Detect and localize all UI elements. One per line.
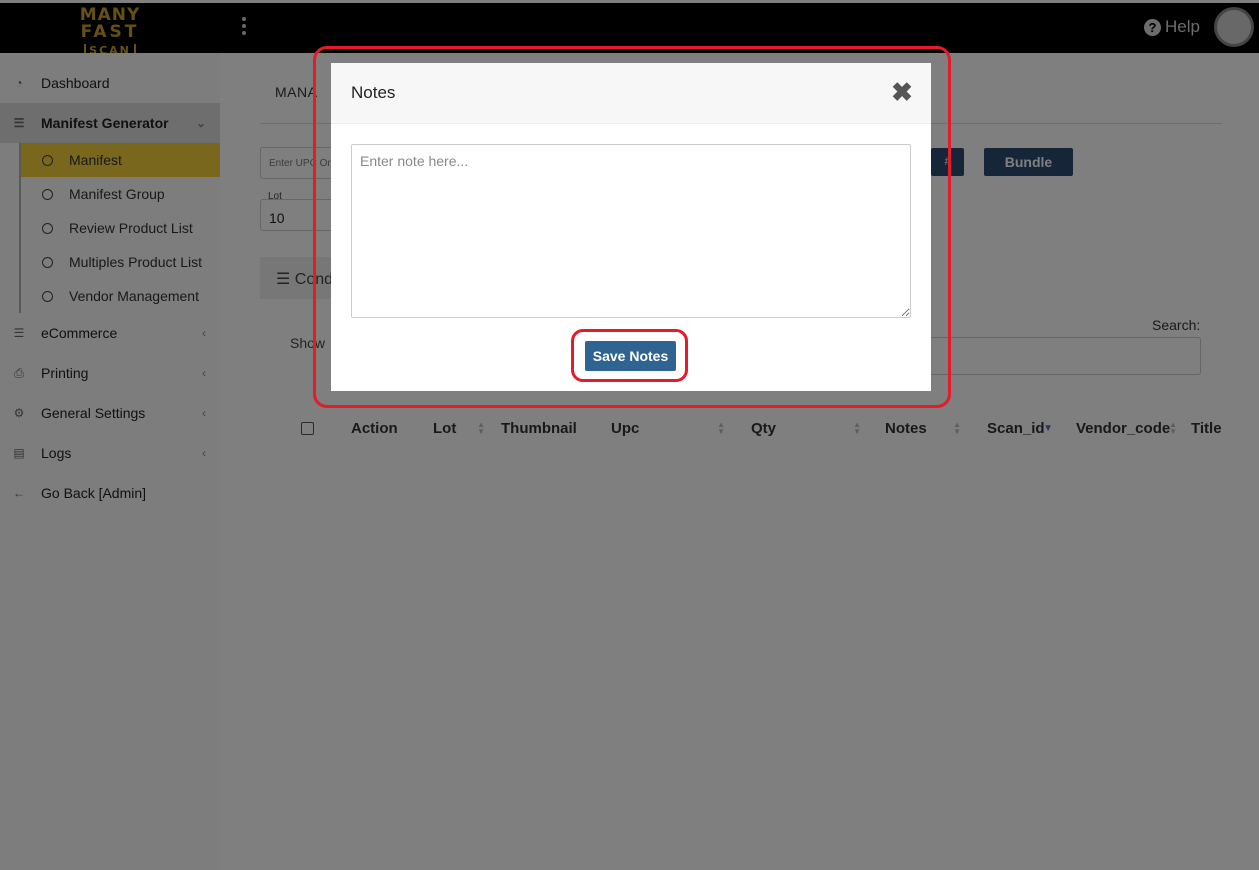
modal-title: Notes (351, 83, 396, 102)
save-notes-button[interactable]: Save Notes (585, 341, 676, 371)
modal-header: Notes ✖ (331, 63, 931, 123)
close-icon[interactable]: ✖ (891, 79, 913, 105)
modal-divider (331, 123, 931, 124)
note-textarea[interactable] (351, 144, 911, 318)
notes-modal: Notes ✖ Save Notes (331, 63, 931, 391)
